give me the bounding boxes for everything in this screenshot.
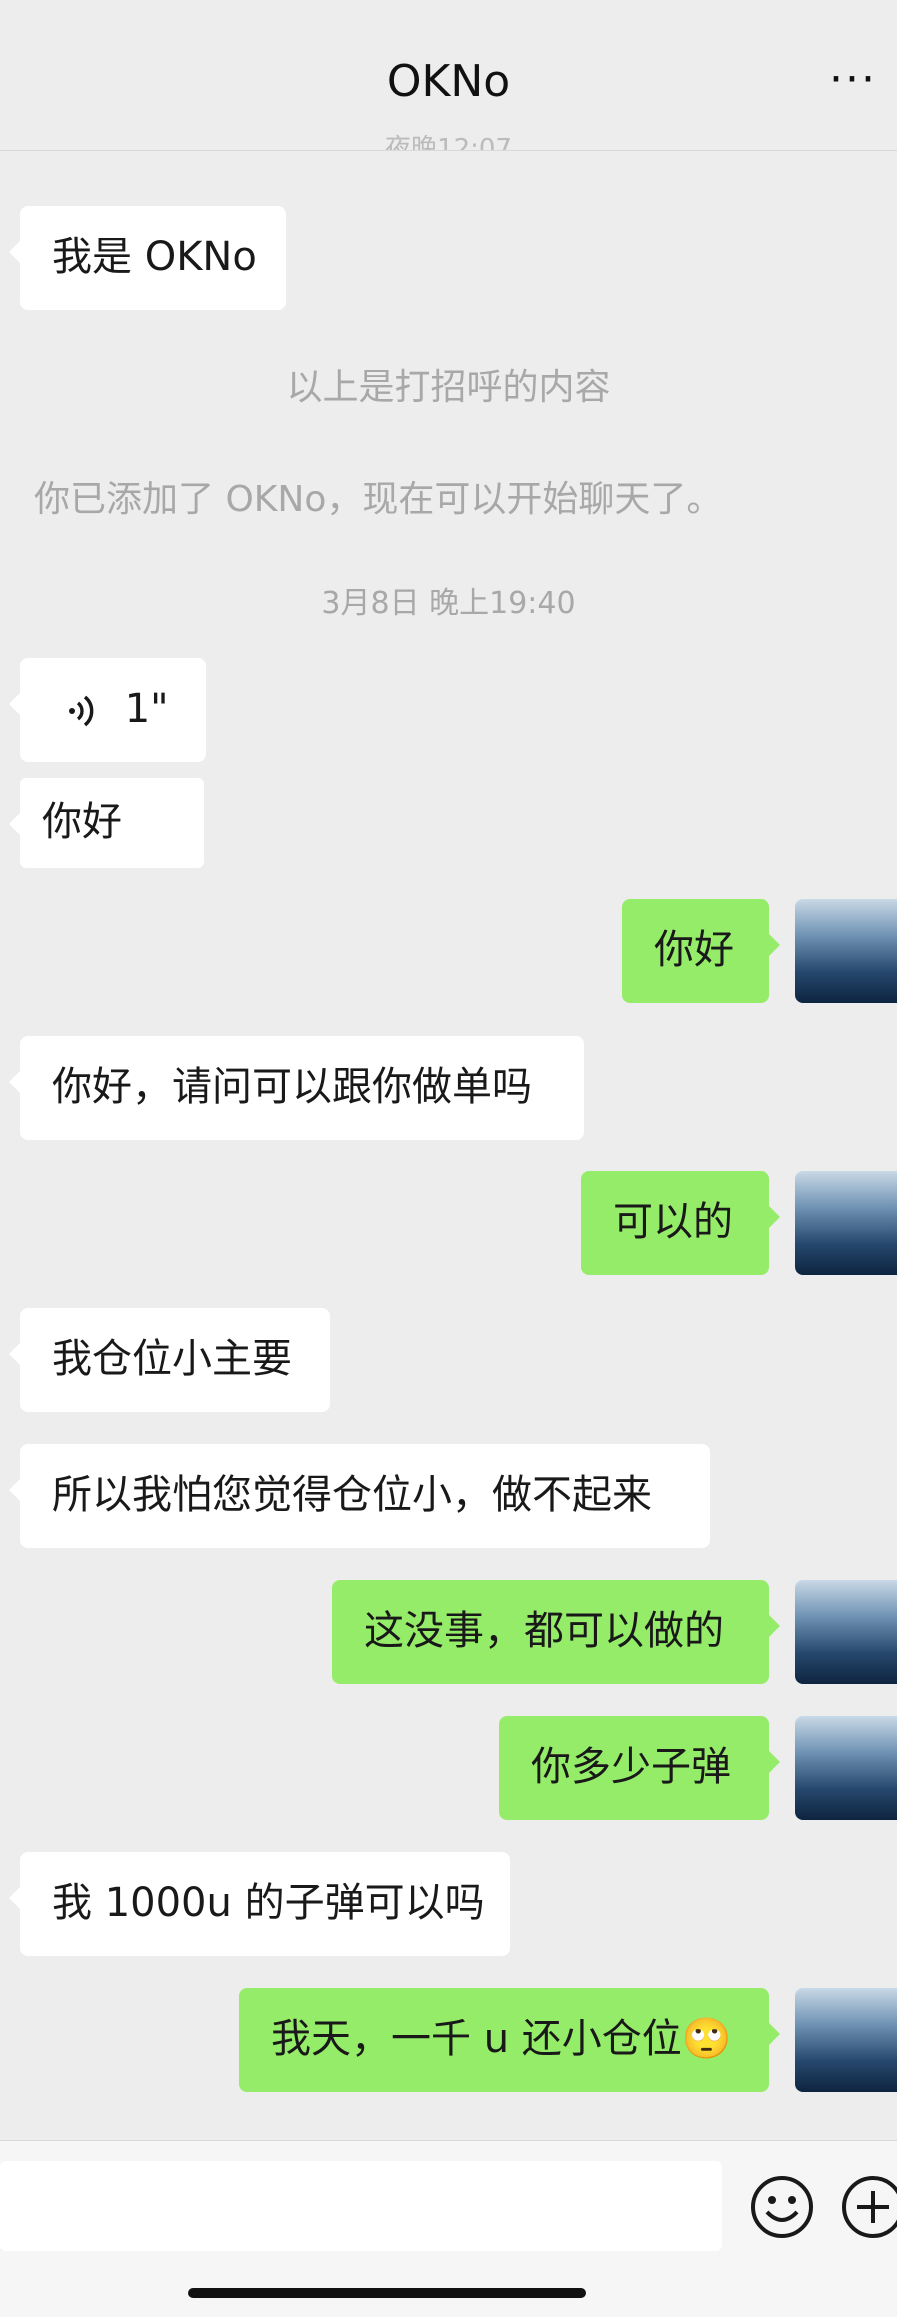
previous-timestamp: 夜晚12:07 — [385, 134, 512, 150]
message-text: 所以我怕您觉得仓位小，做不起来 — [52, 1472, 652, 1518]
chat-header: 夜晚12:07 OKNo ··· — [0, 0, 897, 151]
sent-message[interactable]: 可以的 — [581, 1171, 780, 1275]
chat-title: OKNo — [386, 56, 511, 107]
received-message[interactable]: 我仓位小主要 — [9, 1308, 330, 1412]
plus-circle-icon[interactable] — [840, 2174, 897, 2240]
system-notice: 以上是打招呼的内容 — [286, 367, 611, 408]
message-text: 我是 OKNo — [52, 234, 257, 280]
received-message[interactable]: 你好，请问可以跟你做单吗 — [9, 1036, 584, 1140]
more-options-icon[interactable]: ··· — [823, 58, 883, 110]
emoji-face-icon[interactable] — [749, 2174, 815, 2240]
message-input[interactable] — [0, 2161, 722, 2251]
eye-roll-emoji: 🙄 — [681, 2016, 732, 2062]
sent-message[interactable]: 你多少子弹 — [499, 1716, 780, 1820]
message-text: 我天，一千 u 还小仓位 — [271, 2016, 682, 2062]
voice-message[interactable]: 1" — [9, 658, 206, 762]
sent-message[interactable]: 这没事，都可以做的 — [332, 1580, 780, 1684]
timestamp: 3月8日 晚上19:40 — [321, 586, 576, 621]
sent-message[interactable]: 你好 — [622, 899, 780, 1003]
my-avatar[interactable] — [795, 899, 897, 1003]
home-indicator — [188, 2288, 586, 2298]
message-text: 你多少子弹 — [531, 1744, 731, 1790]
sent-message[interactable]: 我天，一千 u 还小仓位🙄 — [239, 1988, 780, 2092]
message-text: 你好，请问可以跟你做单吗 — [52, 1064, 532, 1110]
message-text: 可以的 — [613, 1199, 733, 1245]
message-text: 这没事，都可以做的 — [364, 1608, 724, 1654]
my-avatar[interactable] — [795, 1580, 897, 1684]
my-avatar[interactable] — [795, 1171, 897, 1275]
received-message[interactable]: 所以我怕您觉得仓位小，做不起来 — [9, 1444, 710, 1548]
message-text: 我仓位小主要 — [52, 1336, 292, 1382]
system-notice: 你已添加了 OKNo，现在可以开始聊天了。 — [34, 479, 723, 520]
voice-duration: 1" — [124, 686, 169, 732]
received-message[interactable]: 你好 — [9, 778, 204, 868]
message-text: 我 1000u 的子弹可以吗 — [52, 1880, 485, 1926]
message-text: 你好 — [42, 799, 122, 845]
received-message[interactable]: 我 1000u 的子弹可以吗 — [9, 1852, 510, 1956]
my-avatar[interactable] — [795, 1716, 897, 1820]
message-text: 你好 — [654, 927, 734, 973]
voice-wave-icon — [69, 695, 94, 727]
my-avatar[interactable] — [795, 1988, 897, 2092]
received-message[interactable]: 我是 OKNo — [9, 206, 286, 310]
